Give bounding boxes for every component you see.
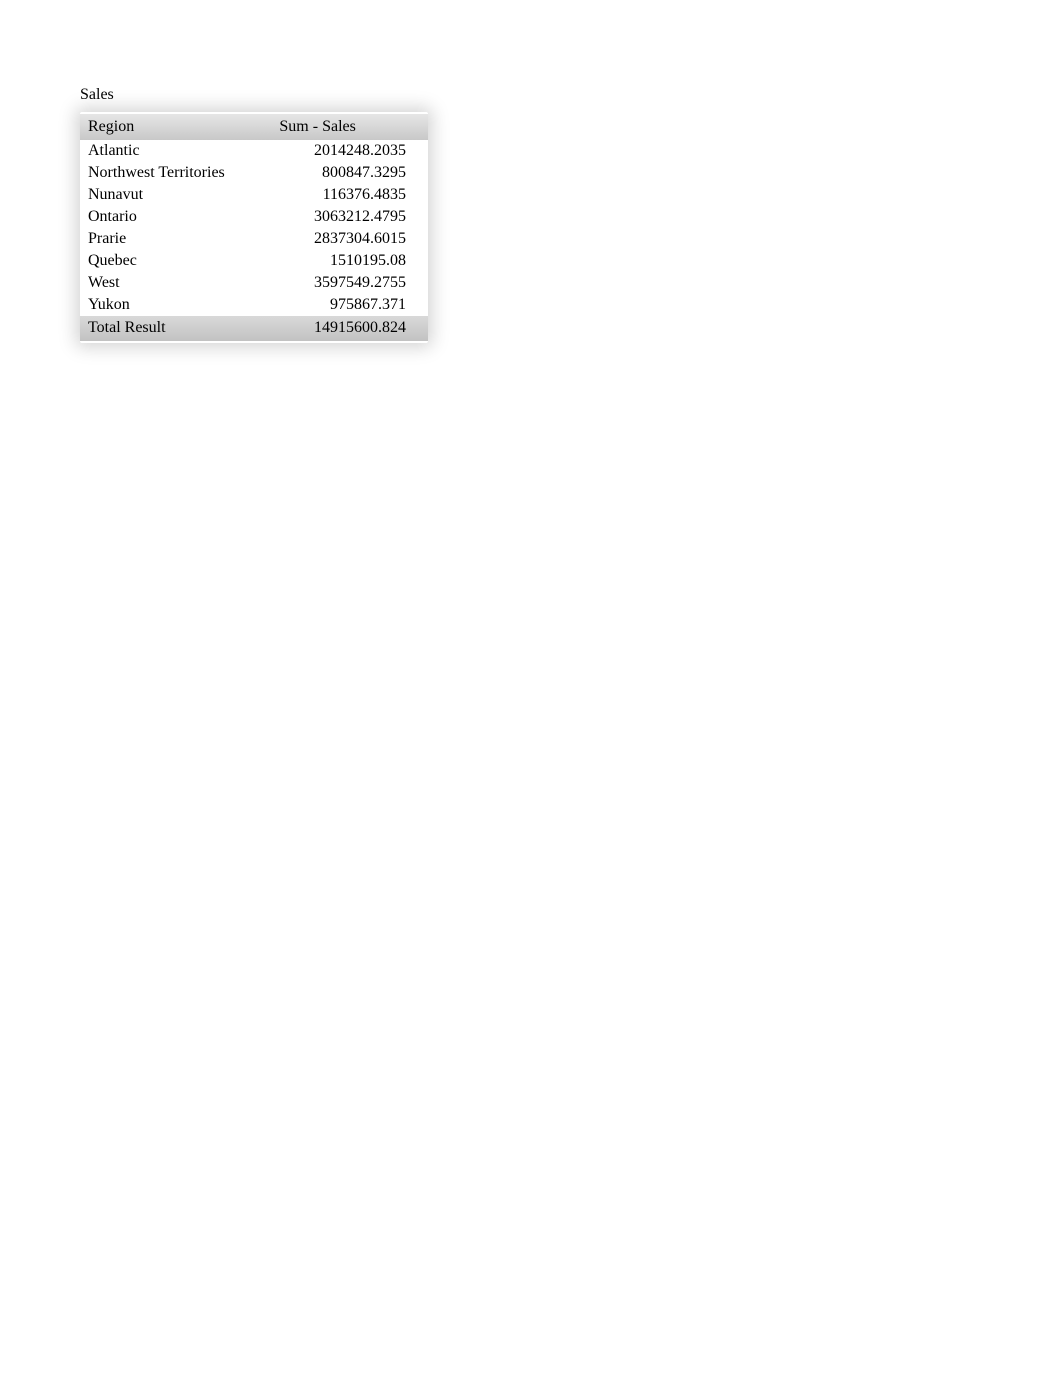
cell-value: 3063212.4795 <box>271 206 428 228</box>
cell-value: 3597549.2755 <box>271 272 428 294</box>
cell-region: Yukon <box>80 294 271 316</box>
cell-region: West <box>80 272 271 294</box>
cell-region: Quebec <box>80 250 271 272</box>
cell-region: Nunavut <box>80 184 271 206</box>
cell-value: 975867.371 <box>271 294 428 316</box>
cell-region: Prarie <box>80 228 271 250</box>
table-row: Quebec 1510195.08 <box>80 250 428 272</box>
page-title: Sales <box>80 86 114 104</box>
header-region: Region <box>80 114 271 140</box>
table-row: Nunavut 116376.4835 <box>80 184 428 206</box>
table-row: Yukon 975867.371 <box>80 294 428 316</box>
table-row: Prarie 2837304.6015 <box>80 228 428 250</box>
table-header-row: Region Sum - Sales <box>80 114 428 140</box>
cell-total-value: 14915600.824 <box>271 316 428 341</box>
table-total-row: Total Result 14915600.824 <box>80 316 428 341</box>
table-row: West 3597549.2755 <box>80 272 428 294</box>
cell-value: 1510195.08 <box>271 250 428 272</box>
cell-value: 800847.3295 <box>271 162 428 184</box>
table-row: Northwest Territories 800847.3295 <box>80 162 428 184</box>
sales-table-container: Region Sum - Sales Atlantic 2014248.2035… <box>80 112 428 343</box>
table-row: Ontario 3063212.4795 <box>80 206 428 228</box>
cell-region: Atlantic <box>80 140 271 162</box>
header-sum-sales: Sum - Sales <box>271 114 428 140</box>
sales-table: Region Sum - Sales Atlantic 2014248.2035… <box>80 114 428 341</box>
cell-value: 116376.4835 <box>271 184 428 206</box>
cell-region: Northwest Territories <box>80 162 271 184</box>
cell-value: 2014248.2035 <box>271 140 428 162</box>
table-row: Atlantic 2014248.2035 <box>80 140 428 162</box>
cell-region: Ontario <box>80 206 271 228</box>
cell-total-label: Total Result <box>80 316 271 341</box>
cell-value: 2837304.6015 <box>271 228 428 250</box>
